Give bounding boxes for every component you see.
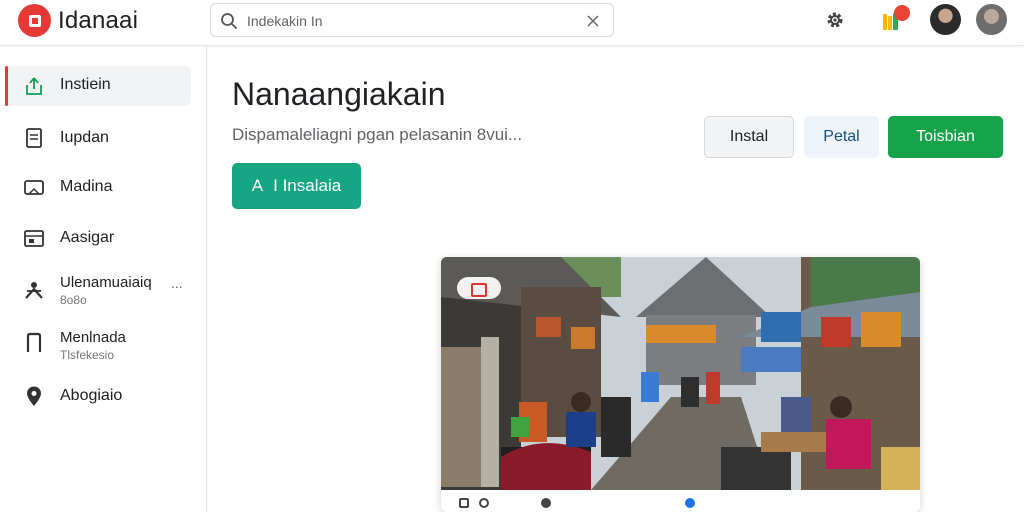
sidebar-item-sublabel: 8o8o bbox=[60, 293, 87, 307]
logo-icon[interactable] bbox=[18, 4, 51, 37]
document-icon bbox=[26, 128, 42, 148]
sidebar-item-sublabel: Tlsfekesio bbox=[60, 348, 115, 362]
page-description: Dispamaleliagni pgan pelasanin 8vui... bbox=[232, 125, 523, 144]
footer-icon[interactable] bbox=[459, 498, 469, 508]
install-action-button[interactable]: A I Insalaia bbox=[232, 163, 361, 209]
search-icon bbox=[221, 13, 237, 29]
app-title: Idanaai bbox=[58, 7, 139, 34]
image-card[interactable] bbox=[441, 257, 920, 512]
sidebar-item-aasigar[interactable]: Aasigar bbox=[5, 218, 191, 258]
people-icon bbox=[25, 282, 43, 299]
footer-icon[interactable] bbox=[685, 498, 695, 508]
media-badge[interactable] bbox=[457, 277, 501, 299]
footer-icon[interactable] bbox=[541, 498, 551, 508]
sidebar-item-label: Menlnada bbox=[60, 329, 126, 346]
sidebar-item-label: Aasigar bbox=[60, 229, 115, 246]
sidebar-item-label: Iupdan bbox=[60, 129, 109, 146]
install-action-label: I Insalaia bbox=[273, 176, 342, 195]
sidebar-item-madina[interactable]: Madina bbox=[5, 167, 191, 207]
avatar[interactable] bbox=[976, 4, 1007, 35]
calendar-icon bbox=[24, 230, 44, 247]
sidebar: Instiein Iupdan Madina Aasigar Ulenamuai… bbox=[0, 47, 207, 512]
location-pin-icon bbox=[27, 386, 41, 406]
action-icon: A bbox=[251, 176, 264, 195]
settings-icon[interactable] bbox=[824, 9, 846, 31]
market-street-photo bbox=[441, 257, 920, 490]
sidebar-item-abogiaio[interactable]: Abogiaio bbox=[5, 376, 191, 416]
notification-icon[interactable] bbox=[880, 4, 914, 34]
search-input[interactable] bbox=[247, 10, 577, 32]
top-header: Idanaai bbox=[0, 0, 1024, 46]
upload-icon bbox=[26, 77, 42, 95]
sidebar-item-label: Instiein bbox=[60, 76, 111, 93]
more-icon[interactable]: ... bbox=[171, 275, 183, 291]
search-bar[interactable] bbox=[210, 3, 614, 37]
sidebar-item-label: Madina bbox=[60, 178, 113, 195]
avatar[interactable] bbox=[930, 4, 961, 35]
close-icon[interactable] bbox=[585, 13, 601, 29]
primary-action-button[interactable]: Toisbian bbox=[888, 116, 1003, 158]
sidebar-item-instiein[interactable]: Instiein bbox=[5, 66, 191, 106]
card-footer bbox=[441, 490, 920, 512]
install-button[interactable]: Instal bbox=[704, 116, 794, 158]
sidebar-item-label: Ulenamuaiaiq bbox=[60, 274, 152, 291]
sidebar-item-iupdan[interactable]: Iupdan bbox=[5, 118, 191, 158]
sidebar-item-label: Abogiaio bbox=[60, 387, 123, 404]
petal-button[interactable]: Petal bbox=[804, 116, 879, 158]
footer-icon[interactable] bbox=[479, 498, 489, 508]
sidebar-item-menlnada[interactable]: Menlnada Tlsfekesio bbox=[5, 324, 191, 364]
page-title: Nanaangiakain bbox=[232, 76, 446, 112]
door-icon bbox=[26, 332, 42, 352]
sidebar-item-ulenamuaiaiq[interactable]: Ulenamuaiaiq 8o8o ... bbox=[5, 269, 191, 309]
media-icon bbox=[24, 180, 44, 195]
